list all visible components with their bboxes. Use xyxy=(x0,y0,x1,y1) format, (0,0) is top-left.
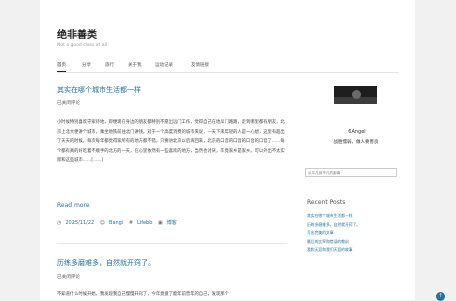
nav-item-travel[interactable]: 旅行 xyxy=(105,62,114,68)
recent-posts-heading: Recent Posts xyxy=(307,199,346,206)
comments-closed-label: 已关闭评论 xyxy=(57,101,80,106)
recent-post-link[interactable]: 其实在哪个城市生活都一样 xyxy=(307,212,360,221)
post-divider xyxy=(57,243,287,244)
post-title[interactable]: 其实在哪个城市生活都一样 xyxy=(57,85,141,95)
nav-item-share[interactable]: 分享 xyxy=(82,62,91,68)
recent-posts-list: 其实在哪个城市生活都一样 历练多磨难多，自然就开窍了。 写出完美的文章 最后的比… xyxy=(307,212,360,255)
user-icon: ☺ xyxy=(99,220,106,226)
author-tagline: 战胜懦弱，做人要善良 xyxy=(333,140,379,145)
comments-closed-label: 已关闭评论 xyxy=(57,275,80,280)
nav-item-about[interactable]: 关于我 xyxy=(128,62,142,68)
post-tag[interactable]: Lifebb xyxy=(137,220,152,226)
post-category[interactable]: 博客 xyxy=(167,220,177,226)
site-description: Not a good class at all xyxy=(57,43,107,48)
site-title[interactable]: 绝非善类 xyxy=(57,26,97,41)
folder-icon: ▣ xyxy=(158,220,163,226)
main-navigation: 首页 分享 旅行 关于我 运动记录 友情链接 xyxy=(57,59,399,73)
recent-post-link[interactable]: 我和天涯和我们天涯的故事 xyxy=(307,246,360,255)
post-title[interactable]: 历练多磨难多，自然就开窍了。 xyxy=(57,258,155,268)
author-avatar xyxy=(334,86,377,104)
tag-icon: # xyxy=(128,220,134,226)
post-excerpt: 不知道什么时候开始，我发现我自己慢慢开窍了，今年竟盘了能年前曾年的自己，发现那个 xyxy=(57,292,229,297)
search-input[interactable] xyxy=(305,168,397,177)
post-excerpt: 小时候特别喜欢守家待地，即便现在身边的朋友都特别不愿出远门工作，觉得自己在地瓜门… xyxy=(57,120,285,163)
post-date[interactable]: 2025/11/22 xyxy=(65,220,94,226)
post-meta: ◷ 2025/11/22 ☺ Bangi # Lifebb ▣ 博客 xyxy=(57,219,181,226)
nav-item-home[interactable]: 首页 xyxy=(57,62,66,72)
recent-post-link[interactable]: 写出完美的文章 xyxy=(307,229,360,238)
nav-item-links[interactable]: 友情链接 xyxy=(191,62,209,68)
read-more-link[interactable]: Read more xyxy=(57,202,90,209)
page-container: 绝非善类 Not a good class at all 首页 分享 旅行 关于… xyxy=(40,0,415,300)
clock-icon: ◷ xyxy=(57,220,62,226)
post-author[interactable]: Bangi xyxy=(109,220,123,226)
nav-item-sports[interactable]: 运动记录 xyxy=(155,62,173,68)
author-name: 6Angel xyxy=(348,129,366,135)
recent-post-link[interactable]: 历练多磨难多，自然就开窍了。 xyxy=(307,221,360,230)
recent-post-link[interactable]: 最后的比率和错误的教训 xyxy=(307,238,360,247)
arrow-up-icon: ↑ xyxy=(438,293,443,299)
